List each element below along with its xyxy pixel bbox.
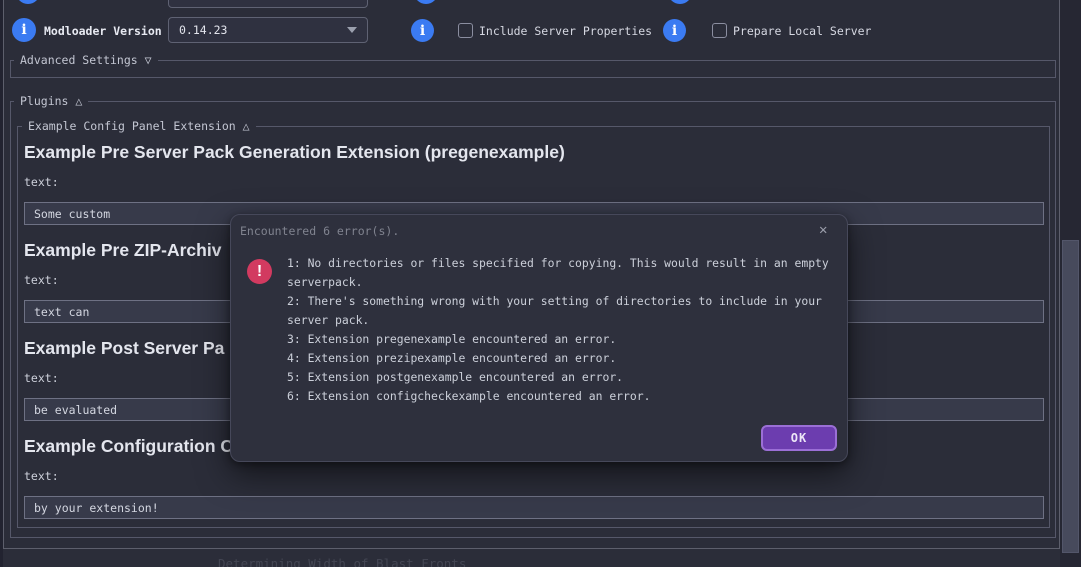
configcheck-extension-heading: Example Configuration C <box>24 436 233 457</box>
error-dialog: Encountered 6 error(s). ✕ ! 1: No direct… <box>230 214 848 462</box>
include-server-properties-checkbox[interactable] <box>458 23 473 38</box>
modloader-version-label: Modloader Version <box>44 24 162 38</box>
prepare-local-server-label: Prepare Local Server <box>733 24 871 38</box>
error-line: serverpack. <box>287 273 843 292</box>
prezip-extension-heading: Example Pre ZIP-Archiv <box>24 240 221 261</box>
ok-button[interactable]: OK <box>761 425 837 451</box>
include-server-properties-label: Include Server Properties <box>479 24 652 38</box>
info-icon[interactable] <box>668 0 692 4</box>
advanced-settings-toggle[interactable]: Advanced Settings ▽ <box>14 53 158 67</box>
pregen-extension-heading: Example Pre Server Pack Generation Exten… <box>24 142 565 163</box>
error-line: 6: Extension configcheckexample encounte… <box>287 387 843 406</box>
plugins-toggle[interactable]: Plugins △ <box>14 94 88 108</box>
pregen-text-label: text: <box>24 175 59 189</box>
close-icon[interactable]: ✕ <box>819 222 827 238</box>
postgen-text-label: text: <box>24 371 59 385</box>
info-icon[interactable] <box>16 0 40 4</box>
configcheck-text-label: text: <box>24 469 59 483</box>
error-line: 3: Extension pregenexample encountered a… <box>287 330 843 349</box>
error-line: 5: Extension postgenexample encountered … <box>287 368 843 387</box>
error-icon: ! <box>247 259 272 284</box>
config-panel-extension-toggle[interactable]: Example Config Panel Extension △ <box>22 119 256 133</box>
prepare-local-server-checkbox[interactable] <box>712 23 727 38</box>
status-hint-text: Determining Width of Blast Fronts <box>218 556 466 567</box>
error-line: 1: No directories or files specified for… <box>287 254 843 273</box>
configcheck-text-input[interactable] <box>24 496 1044 519</box>
error-line: server pack. <box>287 311 843 330</box>
vertical-scrollbar-thumb[interactable] <box>1062 240 1079 553</box>
postgen-extension-heading: Example Post Server Pa <box>24 338 224 359</box>
version-combobox[interactable] <box>168 0 368 8</box>
error-line: 4: Extension prezipexample encountered a… <box>287 349 843 368</box>
modloader-version-combobox[interactable]: 0.14.23 <box>168 17 368 43</box>
include-server-properties-info-icon[interactable]: i <box>663 19 686 42</box>
advanced-settings-group <box>10 60 1056 78</box>
prezip-text-label: text: <box>24 273 59 287</box>
chevron-down-icon <box>347 27 357 33</box>
modloader-version-help-icon[interactable]: i <box>411 19 434 42</box>
error-line: 2: There's something wrong with your set… <box>287 292 843 311</box>
modloader-version-info-icon[interactable]: i <box>12 18 36 42</box>
panel-border-bottom <box>3 548 1060 549</box>
error-message-list: 1: No directories or files specified for… <box>287 254 843 406</box>
info-icon[interactable] <box>414 0 438 4</box>
modloader-version-value: 0.14.23 <box>179 23 227 37</box>
panel-border-left <box>3 0 4 549</box>
error-dialog-title: Encountered 6 error(s). <box>240 224 399 238</box>
